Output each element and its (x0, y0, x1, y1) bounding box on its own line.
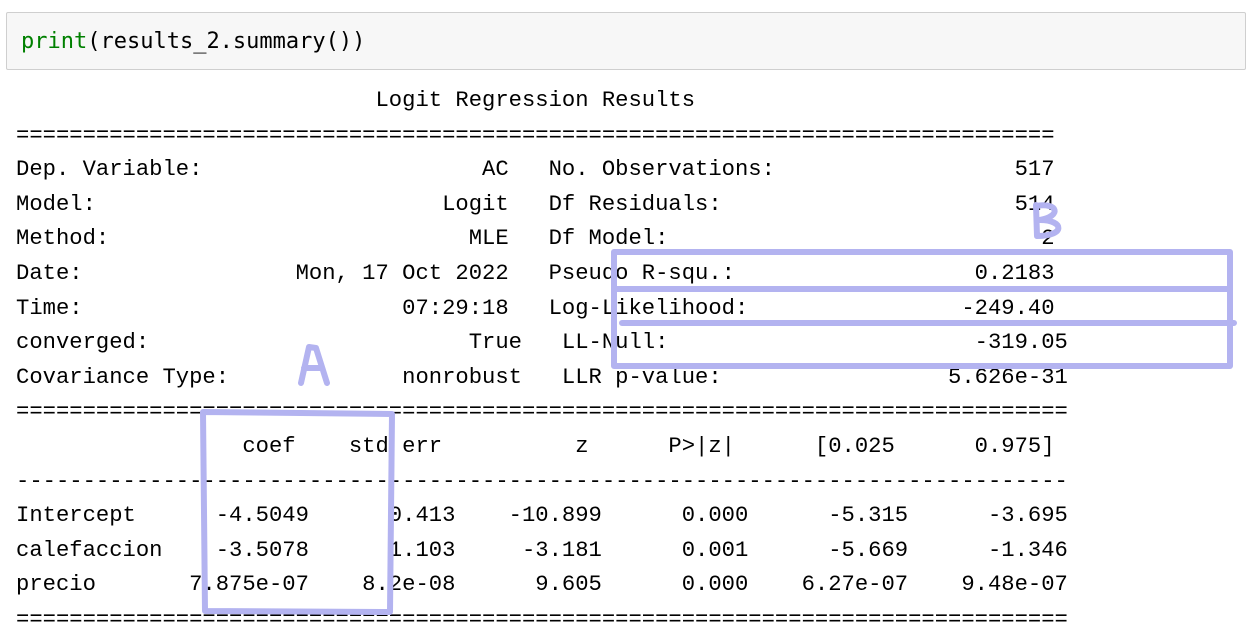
summary-row-time: Time: 07:29:18 Log-Likelihood: -249.40 (16, 295, 1055, 321)
coef-table-header: coef std err z P>|z| [0.025 0.975] (16, 433, 1055, 459)
separator-line: ========================================… (16, 122, 1055, 148)
code-cell[interactable]: print(results_2.summary()) (6, 12, 1246, 70)
coef-row-precio: precio 7.875e-07 8.2e-08 9.605 0.000 6.2… (16, 572, 1068, 598)
separator-line: ========================================… (16, 399, 1068, 425)
separator-line: ========================================… (16, 606, 1068, 632)
print-keyword: print (21, 29, 88, 54)
code-input[interactable]: print(results_2.summary()) (21, 28, 365, 56)
regression-summary-output: Logit Regression Results ===============… (16, 84, 1068, 638)
dash-separator-line: ----------------------------------------… (16, 468, 1068, 494)
summary-row-method: Method: MLE Df Model: 2 (16, 226, 1055, 252)
summary-title: Logit Regression Results (16, 88, 1055, 113)
coef-row-intercept: Intercept -4.5049 0.413 -10.899 0.000 -5… (16, 503, 1068, 529)
coef-row-calefaccion: calefaccion -3.5078 1.103 -3.181 0.001 -… (16, 537, 1068, 563)
summary-row-dep-variable: Dep. Variable: AC No. Observations: 517 (16, 157, 1055, 183)
print-arguments: (results_2.summary()) (87, 29, 366, 54)
summary-row-model: Model: Logit Df Residuals: 514 (16, 191, 1055, 217)
summary-row-date: Date: Mon, 17 Oct 2022 Pseudo R-squ.: 0.… (16, 260, 1055, 286)
summary-row-converged: converged: True LL-Null: -319.05 (16, 330, 1068, 356)
summary-row-covariance: Covariance Type: nonrobust LLR p-value: … (16, 364, 1068, 390)
